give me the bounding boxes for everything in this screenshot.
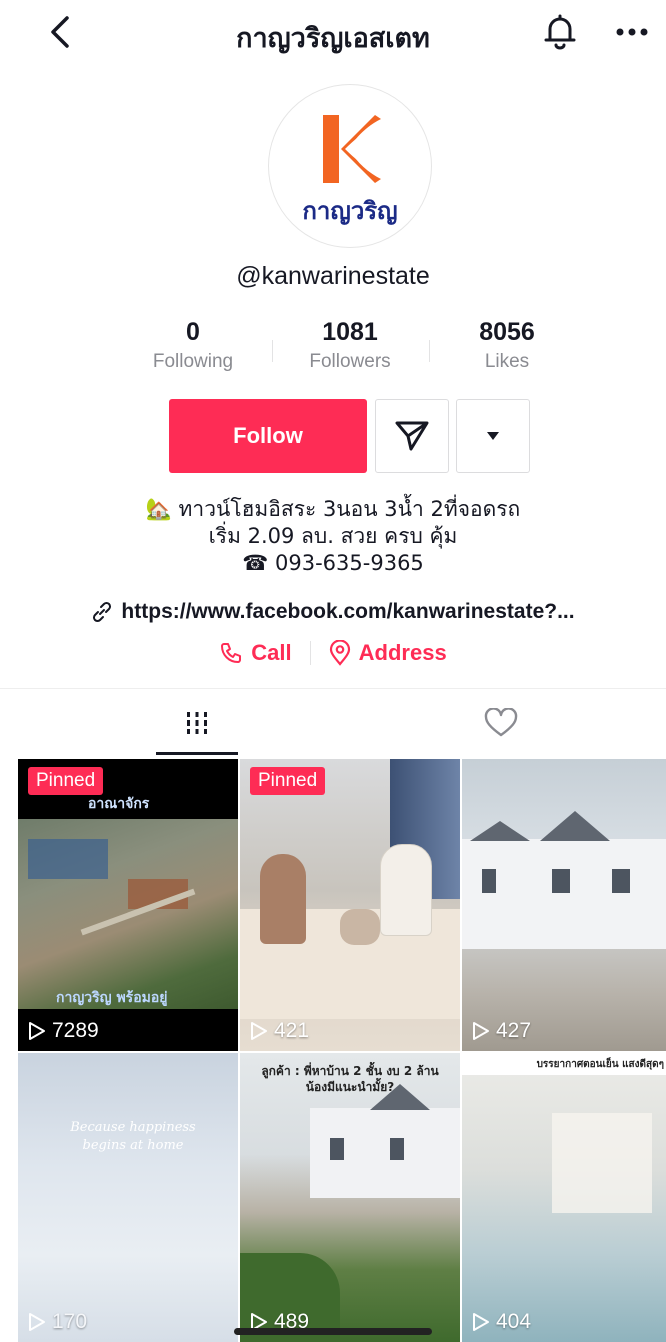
pinned-badge: Pinned <box>28 767 104 795</box>
divider <box>429 340 430 362</box>
bio-line: เริ่ม 2.09 ลบ. สวย ครบ คุ้ม <box>208 524 458 548</box>
follow-button[interactable]: Follow <box>169 399 367 473</box>
view-count-text: 7289 <box>52 1019 99 1042</box>
profile-link[interactable]: https://www.facebook.com/kanwarinestate?… <box>0 600 666 624</box>
stat-followers[interactable]: 1081 Followers <box>280 318 420 373</box>
grid-icon <box>187 712 207 734</box>
view-count-text: 170 <box>52 1310 88 1333</box>
overlay-text: อาณาจักร <box>88 796 150 812</box>
send-icon <box>395 421 429 451</box>
tab-liked[interactable] <box>460 690 542 756</box>
stat-likes[interactable]: 8056 Likes <box>437 318 577 373</box>
play-icon <box>473 1022 489 1040</box>
view-count: 404 <box>472 1310 531 1334</box>
stat-label: Followers <box>309 351 391 372</box>
view-count: 427 <box>472 1019 531 1043</box>
person-figure <box>260 854 306 944</box>
brand-logo-icon <box>323 114 381 183</box>
contact-actions: Call Address <box>0 640 666 666</box>
avatar[interactable]: กาญวริญ <box>268 84 432 248</box>
overlay-text: กาญวริญ พร้อมอยู่ <box>56 990 168 1006</box>
home-indicator <box>234 1328 432 1335</box>
bell-icon[interactable] <box>540 12 580 52</box>
username: @kanwarinestate <box>236 262 430 290</box>
stat-label: Likes <box>484 351 530 372</box>
link-icon <box>93 601 112 623</box>
play-icon <box>251 1022 267 1040</box>
more-options-icon[interactable] <box>612 12 652 52</box>
suggested-accounts-button[interactable] <box>456 399 530 473</box>
dog-figure <box>340 909 380 945</box>
bio-line: ☎ 093-635-9365 <box>242 551 424 575</box>
divider <box>272 340 273 362</box>
overlay-text: บรรยากาศตอนเย็น แสงดีสุดๆ <box>536 1059 664 1070</box>
top-bar: กาญวริญเอสเตท <box>0 0 666 64</box>
video-thumbnail[interactable]: Pinned อาณาจักร กาญวริญ พร้อมอยู่ 7289 <box>18 759 238 1051</box>
view-count: 421 <box>250 1019 309 1043</box>
play-icon <box>29 1313 45 1331</box>
view-count-text: 404 <box>496 1310 532 1333</box>
overlay-text: Because happiness begins at home <box>70 1120 196 1153</box>
person-figure <box>380 844 432 936</box>
video-thumbnail[interactable]: Because happiness begins at home 170 <box>18 1053 238 1342</box>
caret-down-icon <box>487 432 499 440</box>
stat-value: 8056 <box>479 318 535 346</box>
play-icon <box>473 1313 489 1331</box>
pinned-badge: Pinned <box>250 767 326 795</box>
divider <box>309 641 311 665</box>
stat-label: Following <box>152 351 234 372</box>
bio: 🏡 ทาวน์โฮมอิสระ 3นอน 3น้ำ 2ที่จอดรถ เริ่… <box>0 496 666 577</box>
townhouse <box>462 811 666 949</box>
location-pin-icon <box>329 640 350 666</box>
overlay-text: ลูกค้า : พี่หาบ้าน 2 ชั้น งบ 2 ล้าน น้อง… <box>261 1064 439 1094</box>
view-count: 7289 <box>28 1019 99 1043</box>
divider <box>0 688 666 689</box>
logo-text: กาญวริญ <box>302 196 398 225</box>
tab-videos[interactable] <box>156 690 238 756</box>
message-button[interactable] <box>375 399 449 473</box>
play-icon <box>29 1022 45 1040</box>
heart-icon <box>484 708 518 737</box>
stat-value: 1081 <box>322 318 378 346</box>
address-button[interactable]: Address <box>329 640 447 666</box>
stat-following[interactable]: 0 Following <box>123 318 263 373</box>
bio-line: 🏡 ทาวน์โฮมอิสระ 3นอน 3น้ำ 2ที่จอดรถ <box>145 497 521 521</box>
phone-icon <box>221 643 242 663</box>
video-thumbnail[interactable]: 427 <box>462 759 666 1051</box>
building <box>552 1113 652 1213</box>
call-button[interactable]: Call <box>219 640 292 666</box>
view-count-text: 421 <box>274 1019 310 1042</box>
video-thumbnail[interactable]: ลูกค้า : พี่หาบ้าน 2 ชั้น งบ 2 ล้าน น้อง… <box>240 1053 460 1342</box>
active-tab-indicator <box>156 752 238 755</box>
video-thumbnail[interactable]: Pinned 421 <box>240 759 460 1051</box>
link-text: https://www.facebook.com/kanwarinestate?… <box>121 600 575 623</box>
profile-tabs <box>0 690 666 756</box>
video-thumbnail[interactable]: บรรยากาศตอนเย็น แสงดีสุดๆ 404 <box>462 1053 666 1342</box>
call-label: Call <box>251 640 292 665</box>
aerial-photo <box>18 819 238 1009</box>
townhouse <box>310 1084 460 1198</box>
view-count: 170 <box>28 1310 87 1334</box>
stat-value: 0 <box>186 318 200 346</box>
view-count-text: 427 <box>496 1019 532 1042</box>
address-label: Address <box>358 640 447 665</box>
